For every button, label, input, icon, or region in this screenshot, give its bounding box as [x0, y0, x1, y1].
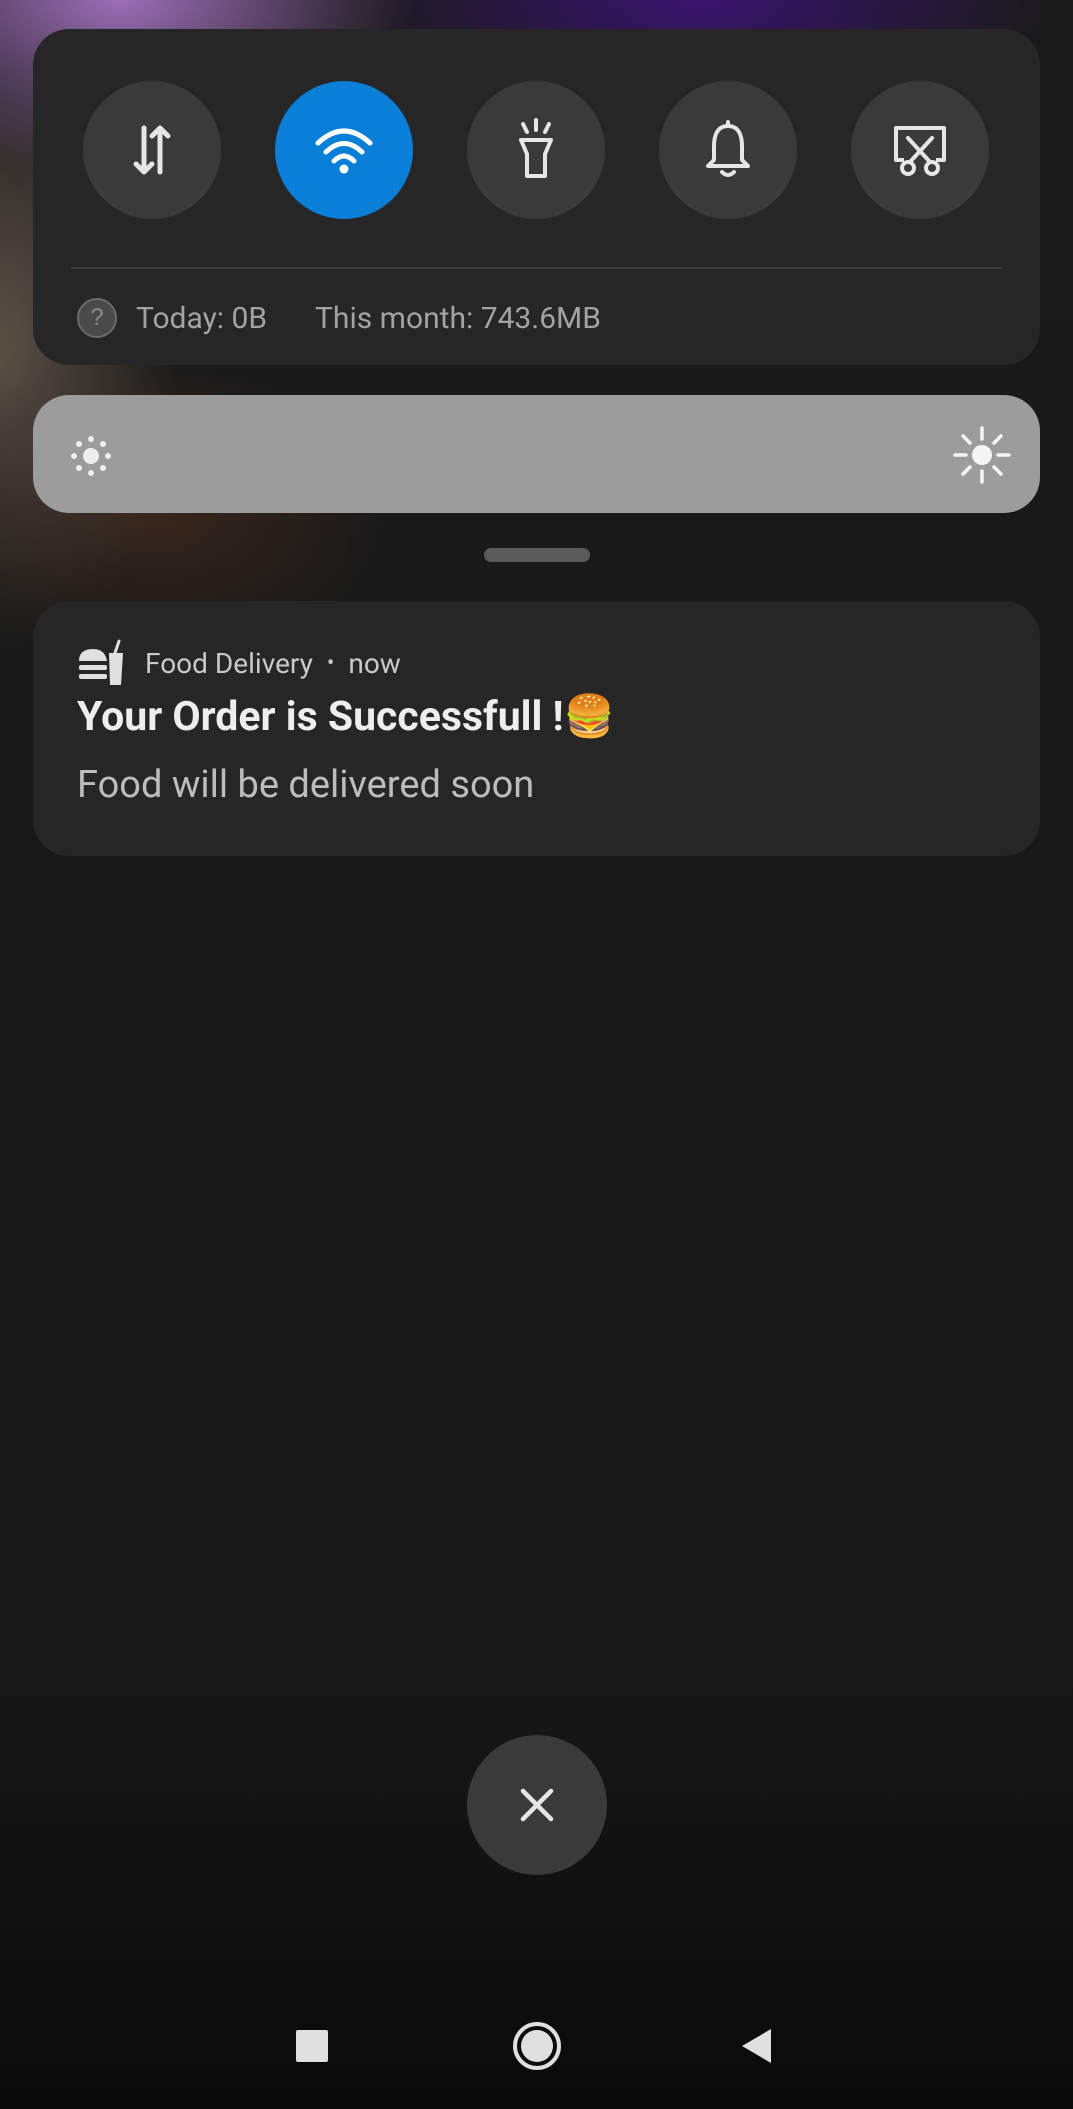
brightness-slider[interactable]	[33, 395, 1040, 513]
shade-drag-handle[interactable]	[484, 548, 590, 562]
notification-time: now	[348, 646, 401, 680]
wifi-icon	[315, 128, 373, 174]
mobile-data-toggle[interactable]	[83, 81, 221, 219]
quick-settings-divider	[71, 267, 1002, 269]
mobile-data-icon	[133, 125, 171, 175]
dismiss-all-button[interactable]	[467, 1735, 607, 1875]
data-usage-month: This month: 743.6MB	[315, 300, 601, 336]
screenshot-icon	[894, 126, 946, 176]
bell-icon	[706, 120, 750, 177]
back-button[interactable]	[717, 2006, 797, 2086]
wifi-toggle[interactable]	[275, 81, 413, 219]
flashlight-icon	[519, 118, 553, 178]
close-icon	[520, 1788, 554, 1822]
navigation-bar	[0, 1990, 1073, 2109]
notification-body: Food will be delivered soon	[77, 763, 535, 807]
notification-card[interactable]: Food Delivery • now Your Order is Succes…	[33, 601, 1040, 856]
screenshot-toggle[interactable]	[851, 81, 989, 219]
home-button[interactable]	[497, 2006, 577, 2086]
help-icon: ?	[77, 298, 117, 338]
food-delivery-icon	[79, 639, 123, 685]
brightness-high-icon	[953, 426, 1011, 484]
recents-button[interactable]	[272, 2006, 352, 2086]
notification-title: Your Order is Successfull !🍔	[77, 693, 615, 741]
back-icon	[742, 2029, 771, 2063]
data-usage-today: Today: 0B	[136, 300, 268, 336]
quick-settings-panel: ? Today: 0B This month: 743.6MB	[33, 29, 1040, 365]
data-usage-row[interactable]: ? Today: 0B This month: 743.6MB	[77, 295, 601, 341]
brightness-low-icon	[71, 436, 111, 476]
home-icon	[513, 2022, 561, 2070]
recents-icon	[296, 2030, 328, 2062]
flashlight-toggle[interactable]	[467, 81, 605, 219]
notification-separator: •	[326, 650, 335, 676]
notification-app-name: Food Delivery	[145, 646, 313, 680]
sound-toggle[interactable]	[659, 81, 797, 219]
notification-header: Food Delivery • now	[77, 637, 401, 689]
